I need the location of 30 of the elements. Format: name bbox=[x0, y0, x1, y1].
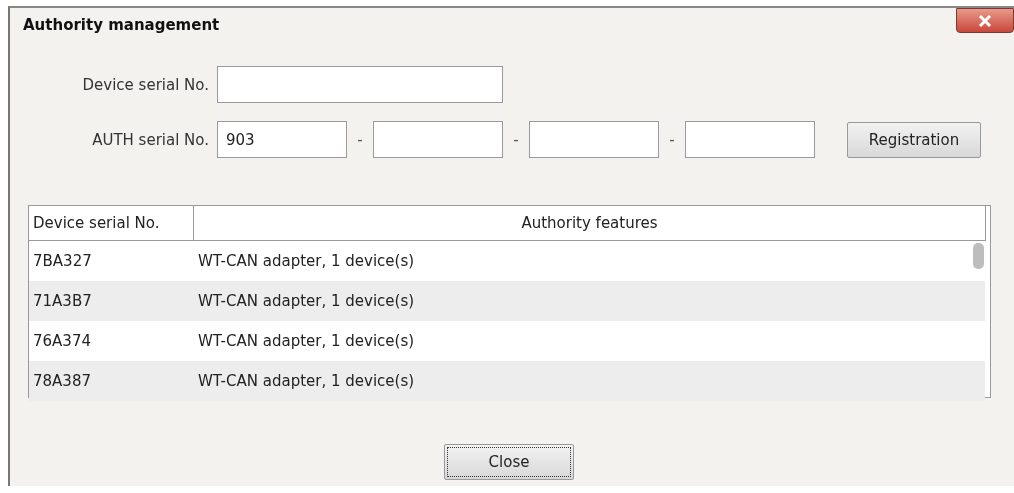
table-row[interactable]: 7BA327 WT-CAN adapter, 1 device(s) bbox=[29, 241, 985, 281]
auth-serial-field[interactable]: 903 bbox=[217, 121, 347, 158]
close-button[interactable]: Close bbox=[444, 444, 574, 480]
scrollbar-thumb[interactable] bbox=[973, 243, 984, 269]
window-title: Authority management bbox=[23, 16, 220, 34]
table-cell-text: 7BA327 bbox=[32, 252, 93, 270]
table-row[interactable]: 76A374 WT-CAN adapter, 1 device(s) bbox=[29, 321, 985, 361]
table-row[interactable]: 71A3B7 WT-CAN adapter, 1 device(s) bbox=[29, 281, 985, 321]
column-header[interactable]: Authority features bbox=[194, 206, 986, 240]
column-header[interactable]: Device serial No. bbox=[29, 206, 194, 240]
table-cell-text: 71A3B7 bbox=[32, 292, 93, 310]
table-cell-text: WT-CAN adapter, 1 device(s) bbox=[197, 332, 415, 350]
table-cell-text: WT-CAN adapter, 1 device(s) bbox=[197, 292, 415, 310]
separator-dash: - bbox=[512, 130, 520, 149]
table-cell-text: WT-CAN adapter, 1 device(s) bbox=[197, 372, 415, 390]
field-label: AUTH serial No. bbox=[91, 130, 210, 149]
auth-serial-field[interactable] bbox=[373, 121, 503, 158]
table-cell-text: 78A387 bbox=[32, 372, 92, 390]
table-cell-text: WT-CAN adapter, 1 device(s) bbox=[197, 252, 415, 270]
table-cell-text: 76A374 bbox=[32, 332, 92, 350]
close-icon bbox=[978, 14, 992, 27]
auth-serial-field[interactable] bbox=[685, 121, 815, 158]
field-label: Device serial No. bbox=[81, 75, 210, 94]
separator-dash: - bbox=[668, 130, 676, 149]
close-window-button[interactable] bbox=[956, 8, 1014, 33]
device-serial-field[interactable] bbox=[217, 66, 503, 103]
registration-button[interactable]: Registration bbox=[847, 121, 981, 158]
separator-dash: - bbox=[356, 130, 364, 149]
auth-serial-field[interactable] bbox=[529, 121, 659, 158]
table-row[interactable]: 78A387 WT-CAN adapter, 1 device(s) bbox=[29, 361, 985, 401]
